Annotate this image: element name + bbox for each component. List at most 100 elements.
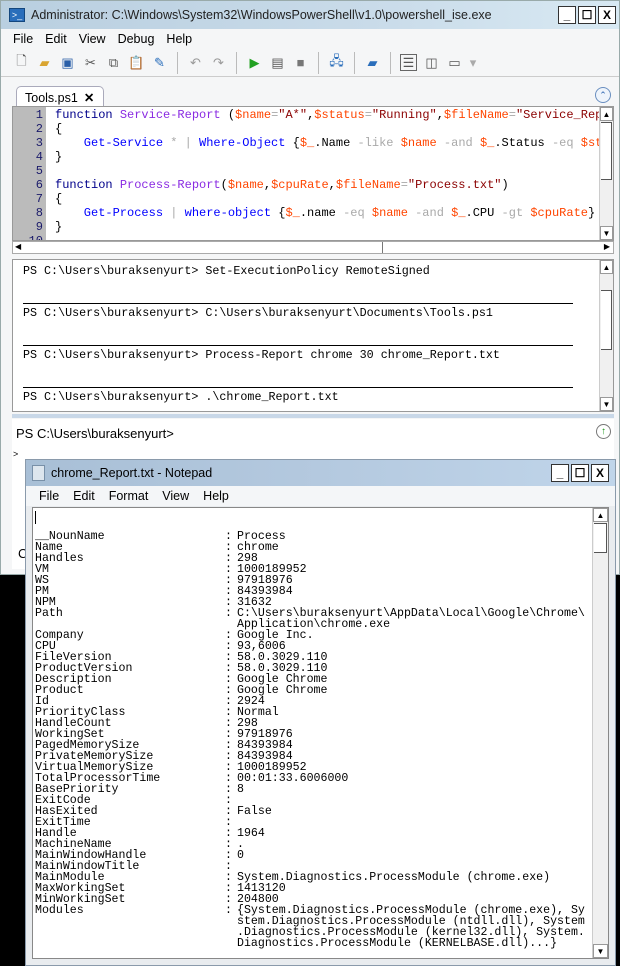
- toolbar-divider: [354, 51, 355, 74]
- report-row: Handle:1964: [35, 828, 585, 840]
- minimize-button[interactable]: _: [558, 6, 576, 24]
- report-row: Modules: {System.Diagnostics.ProcessModul…: [35, 904, 585, 950]
- editor-horizontal-scrollbar[interactable]: ◀ ▶: [12, 241, 614, 254]
- report-row: Handles:298: [35, 553, 585, 565]
- close-tab-icon[interactable]: ✕: [84, 91, 94, 105]
- scroll-up-icon[interactable]: ▲: [600, 260, 613, 274]
- editor-vertical-scrollbar[interactable]: ▲ ▼: [599, 107, 613, 240]
- code-line: 9}: [13, 220, 602, 234]
- scroll-left-icon[interactable]: ◀: [15, 242, 21, 251]
- scroll-thumb[interactable]: [27, 242, 383, 253]
- property-name: Product: [35, 684, 84, 697]
- clear-icon[interactable]: ✎: [151, 54, 168, 71]
- maximize-button[interactable]: ☐: [578, 6, 596, 24]
- console-divider: [23, 387, 573, 388]
- scroll-thumb[interactable]: [601, 122, 612, 180]
- code-token: "Running": [371, 108, 437, 122]
- console-output-pane[interactable]: PS C:\Users\buraksenyurt> Set-ExecutionP…: [12, 259, 614, 412]
- layout-max-icon[interactable]: ▭: [446, 54, 463, 71]
- property-value: {System.Diagnostics.ProcessModule (chrom…: [237, 904, 585, 950]
- redo-icon[interactable]: ↷: [210, 54, 227, 71]
- run-selection-icon[interactable]: ▤: [269, 54, 286, 71]
- code-token: {: [55, 122, 63, 136]
- stop-icon[interactable]: ■: [292, 54, 309, 71]
- property-value: False: [237, 805, 272, 818]
- code-token: {: [292, 136, 300, 150]
- ise-toolbar: 🗋 ▰ ▣ ✂ ⧉ 📋 ✎ ↶ ↷ ▶ ▤ ■ 🖧 ▰ ☰ ◫ ▭ ▾: [1, 49, 619, 77]
- close-button[interactable]: X: [598, 6, 616, 24]
- scroll-right-icon[interactable]: ▶: [604, 242, 610, 251]
- scroll-thumb[interactable]: [601, 290, 612, 350]
- report-row: ExitTime:: [35, 817, 585, 829]
- code-token: -and: [443, 136, 480, 150]
- separator: :: [225, 607, 232, 620]
- line-number: 7: [35, 192, 43, 206]
- code-token: -like: [357, 136, 401, 150]
- menu-edit[interactable]: Edit: [45, 32, 67, 46]
- code-token: .Name: [314, 136, 358, 150]
- console-line: PS C:\Users\buraksenyurt> C:\Users\burak…: [23, 306, 493, 320]
- code-token: Service-Report: [119, 108, 228, 122]
- script-editor[interactable]: 1 function Service-Report ($name="A*",$st…: [12, 106, 614, 241]
- undo-icon[interactable]: ↶: [187, 54, 204, 71]
- run-command-icon[interactable]: ↑: [596, 424, 611, 439]
- code-line: 2{: [13, 122, 602, 136]
- notepad-text-area[interactable]: __NounName: Process Name: chrome Handles:298…: [32, 507, 609, 959]
- maximize-button[interactable]: ☐: [571, 464, 589, 482]
- layout-top-icon[interactable]: ☰: [400, 54, 417, 71]
- run-script-icon[interactable]: ▶: [246, 54, 263, 71]
- scroll-up-icon[interactable]: ▲: [600, 107, 613, 121]
- menu-file[interactable]: File: [13, 32, 33, 46]
- menu-format[interactable]: Format: [109, 489, 149, 503]
- code-line: 6 function Process-Report($name,$cpuRate,…: [13, 178, 602, 192]
- collapse-script-pane-icon[interactable]: ⌃: [595, 87, 611, 103]
- code-line: 8 Get-Process | where-object {$_.name -e…: [13, 206, 602, 220]
- menu-debug[interactable]: Debug: [118, 32, 155, 46]
- code-token: ): [501, 178, 509, 192]
- remote-powershell-icon[interactable]: 🖧: [328, 53, 345, 71]
- code-token: -gt: [501, 206, 531, 220]
- toolbar-overflow-icon[interactable]: ▾: [469, 54, 477, 71]
- notepad-icon: [32, 465, 45, 481]
- save-icon[interactable]: ▣: [59, 54, 76, 71]
- menu-file[interactable]: File: [39, 489, 59, 503]
- cut-icon[interactable]: ✂: [82, 54, 99, 71]
- close-button[interactable]: X: [591, 464, 609, 482]
- scroll-down-icon[interactable]: ▼: [600, 397, 613, 411]
- property-name: Company: [35, 629, 84, 642]
- menu-help[interactable]: Help: [166, 32, 192, 46]
- code-token: function: [55, 178, 120, 192]
- scroll-thumb[interactable]: [594, 523, 607, 553]
- scroll-down-icon[interactable]: ▼: [593, 944, 608, 958]
- report-row: ExitCode:: [35, 795, 585, 807]
- layout-right-icon[interactable]: ◫: [423, 54, 440, 71]
- scroll-down-icon[interactable]: ▼: [600, 226, 613, 240]
- open-folder-icon[interactable]: ▰: [36, 54, 53, 71]
- property-value: 0: [237, 849, 244, 862]
- paste-icon[interactable]: 📋: [128, 54, 145, 71]
- report-row: Path: C:\Users\buraksenyurt\AppData\Local…: [35, 607, 585, 631]
- line-number: 1: [35, 108, 43, 122]
- code-token: $name: [235, 108, 272, 122]
- minimize-button[interactable]: _: [551, 464, 569, 482]
- code-token: $status: [314, 108, 365, 122]
- notepad-vertical-scrollbar[interactable]: ▲ ▼: [592, 508, 608, 958]
- tab-tools-ps1[interactable]: Tools.ps1 ✕: [16, 86, 104, 108]
- scroll-up-icon[interactable]: ▲: [593, 508, 608, 522]
- property-value: C:\Users\buraksenyurt\AppData\Local\Goog…: [237, 607, 585, 631]
- pane-splitter[interactable]: [12, 414, 614, 418]
- powershell-console-icon[interactable]: ▰: [364, 54, 381, 71]
- console-vertical-scrollbar[interactable]: ▲ ▼: [599, 260, 613, 411]
- toolbar-divider: [177, 51, 178, 74]
- tab-label: Tools.ps1: [25, 91, 78, 105]
- line-number: 6: [35, 178, 43, 192]
- menu-edit[interactable]: Edit: [73, 489, 95, 503]
- menu-view[interactable]: View: [79, 32, 106, 46]
- copy-icon[interactable]: ⧉: [105, 54, 122, 71]
- property-value: 00:01:33.6006000: [237, 772, 349, 785]
- menu-help[interactable]: Help: [203, 489, 229, 503]
- code-token: Get-Service: [55, 136, 171, 150]
- code-token: $_: [479, 136, 495, 150]
- menu-view[interactable]: View: [162, 489, 189, 503]
- new-file-icon[interactable]: 🗋: [13, 53, 30, 71]
